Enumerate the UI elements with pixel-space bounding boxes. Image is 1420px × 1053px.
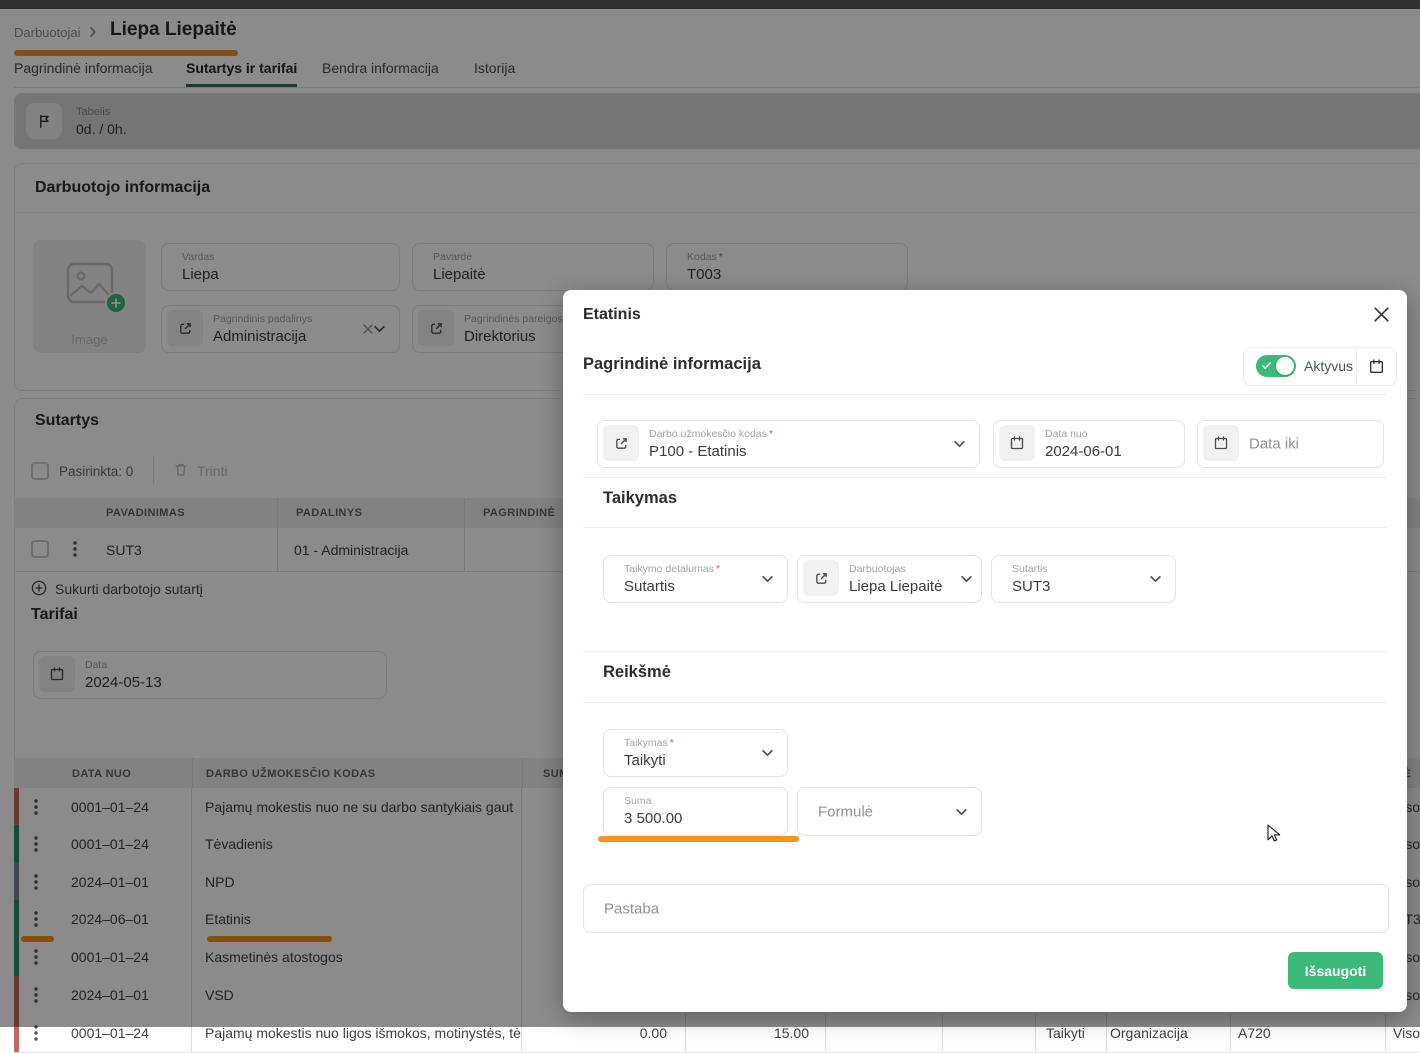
suma-field[interactable]: Suma 3 500.00 — [603, 787, 788, 836]
taikymas-section-title: Taikymas — [603, 489, 677, 508]
suma-value: 3 500.00 — [624, 810, 682, 827]
chevron-down-icon[interactable] — [960, 573, 973, 586]
data-nuo-field[interactable]: Data nuo 2024-06-01 — [993, 420, 1185, 468]
reiksme-section-title: Reikšmė — [603, 663, 671, 682]
suma-accent-underline — [598, 836, 799, 842]
chevron-down-icon[interactable] — [1149, 573, 1162, 586]
cell-taikymas: Taikyti — [1046, 1025, 1085, 1041]
taikymo-detalumas-value: Sutartis — [624, 578, 675, 595]
external-link-icon[interactable] — [603, 425, 639, 461]
calendar-icon[interactable] — [1203, 425, 1239, 461]
active-toggle-group: Aktyvus — [1243, 347, 1397, 386]
darbuotojas-field[interactable]: Darbuotojas Liepa Liepaitė — [797, 555, 982, 603]
cell-suma: 0.00 — [521, 1025, 667, 1041]
cell-last: Visos — [1393, 1025, 1420, 1041]
taikymas-field[interactable]: Taikymas* Taikyti — [603, 729, 788, 777]
active-toggle-label: Aktyvus — [1304, 358, 1353, 374]
sutartis-field[interactable]: Sutartis SUT3 — [991, 555, 1176, 603]
calendar-icon[interactable] — [1368, 358, 1385, 375]
kodas-value: P100 - Etatinis — [649, 443, 747, 460]
chevron-down-icon[interactable] — [761, 573, 774, 586]
taikymo-detalumas-field[interactable]: Taikymo detalumas* Sutartis — [603, 555, 788, 603]
save-button[interactable]: Išsaugoti — [1288, 952, 1383, 989]
chevron-down-icon[interactable] — [761, 747, 774, 760]
calendar-icon[interactable] — [999, 425, 1035, 461]
cell-kodas2: A720 — [1238, 1025, 1271, 1041]
taikymo-detalumas-label: Taikymo detalumas* — [624, 563, 720, 575]
external-link-icon[interactable] — [803, 560, 839, 596]
data-nuo-value: 2024-06-01 — [1045, 443, 1122, 460]
taikymas-label: Taikymas* — [624, 737, 674, 749]
chevron-down-icon[interactable] — [953, 438, 966, 451]
data-nuo-label: Data nuo — [1045, 428, 1088, 440]
close-icon[interactable] — [1372, 305, 1392, 325]
sutartis-label: Sutartis — [1012, 563, 1048, 575]
chevron-down-icon[interactable] — [955, 805, 968, 818]
modal-title: Etatinis — [583, 306, 641, 324]
darbuotojas-value: Liepa Liepaitė — [849, 578, 942, 595]
cell-code: Pajamų mokestis nuo ligos išmokos, motin… — [205, 1025, 521, 1041]
mouse-cursor — [1266, 824, 1284, 843]
data-iki-placeholder: Data iki — [1249, 436, 1299, 453]
formule-placeholder: Formulė — [818, 803, 873, 820]
cell-date: 0001–01–24 — [71, 1025, 149, 1041]
darbo-uzmokescio-kodas-field[interactable]: Darbo užmokesčio kodas* P100 - Etatinis — [597, 420, 980, 468]
cell-kiekis: 15.00 — [685, 1025, 809, 1041]
pastaba-placeholder: Pastaba — [604, 900, 659, 917]
suma-label: Suma — [624, 795, 651, 807]
sutartis-value: SUT3 — [1012, 578, 1050, 595]
data-iki-field[interactable]: Data iki — [1197, 420, 1384, 468]
toggle-knob — [1276, 357, 1294, 375]
darbuotojas-label: Darbuotojas — [849, 563, 906, 575]
kodas-label: Darbo užmokesčio kodas* — [649, 428, 773, 440]
cell-organizacija: Organizacija — [1110, 1025, 1188, 1041]
pastaba-field[interactable]: Pastaba — [583, 884, 1389, 933]
modal-section-pagrindine: Pagrindinė informacija — [583, 355, 761, 374]
active-toggle[interactable] — [1256, 355, 1296, 377]
app-root: { "colors":{"accent_orange":"#F7941E","g… — [0, 0, 1420, 1027]
taikymas-value: Taikyti — [624, 752, 666, 769]
etatinis-modal: Etatinis Pagrindinė informacija Aktyvus … — [563, 290, 1407, 1012]
check-icon — [1261, 360, 1272, 371]
formule-field[interactable]: Formulė — [797, 787, 982, 836]
